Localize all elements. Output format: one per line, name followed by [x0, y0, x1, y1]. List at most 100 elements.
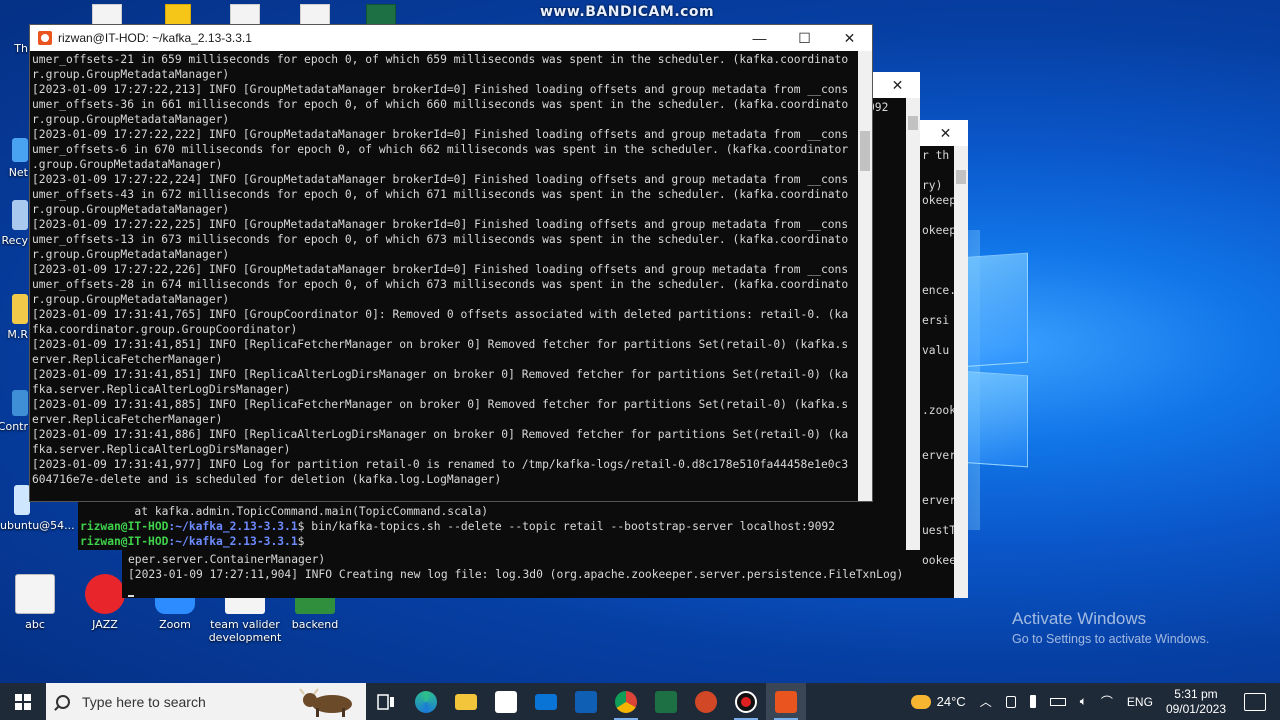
minimize-button[interactable]: — — [737, 25, 782, 51]
meet-now-icon — [1005, 695, 1016, 708]
desktop-icon-label: M.R — [7, 328, 28, 341]
clock[interactable]: 5:31 pm 09/01/2023 — [1166, 687, 1226, 717]
terminal-line: fka.server.ReplicaAlterLogDirsManager) — [32, 383, 291, 396]
terminal-line: [2023-01-09 17:31:41,977] INFO Log for p… — [32, 458, 849, 471]
terminal-titlebar[interactable]: rizwan@IT-HOD: ~/kafka_2.13-3.3.1 — ☐ ✕ — [30, 25, 872, 51]
search-icon — [56, 694, 70, 709]
weather-widget[interactable]: 24°C — [910, 694, 966, 709]
usb-button[interactable] — [1029, 695, 1036, 708]
clock-date: 09/01/2023 — [1165, 701, 1226, 716]
terminal-line: [2023-01-09 17:31:41,851] INFO [ReplicaA… — [32, 368, 849, 381]
taskbar-app-store[interactable] — [486, 683, 526, 720]
desktop-icon-label: ubuntu@54... — [0, 519, 75, 532]
taskbar-app-edge[interactable] — [406, 683, 446, 720]
battery-icon — [1049, 697, 1066, 706]
taskbar-app-chrome[interactable] — [606, 683, 646, 720]
task-view-button[interactable] — [366, 683, 406, 720]
desktop-folder-icon[interactable] — [165, 4, 191, 26]
desktop-file-icon[interactable] — [300, 4, 330, 26]
terminal-line: [2023-01-09 17:27:22,225] INFO [GroupMet… — [32, 218, 849, 231]
spreadsheet-file-icon — [15, 574, 55, 614]
taskbar-app-mail[interactable] — [526, 683, 566, 720]
scrollbar-thumb[interactable] — [956, 170, 966, 184]
terminal-scrollbar[interactable] — [906, 98, 920, 550]
maximize-button[interactable]: ☐ — [782, 25, 827, 51]
bull-search-highlight-icon — [299, 688, 352, 717]
volume-button[interactable]: 🔈︎ — [1080, 694, 1087, 709]
terminal-line: erver.ReplicaFetcherManager) — [32, 353, 223, 366]
notification-center-button[interactable] — [1244, 692, 1266, 711]
clock-time: 5:31 pm — [1174, 686, 1218, 701]
task-view-icon — [377, 693, 394, 710]
taskbar-app-excel[interactable] — [646, 683, 686, 720]
excel-icon — [655, 690, 677, 713]
terminal-line: 604716e7e-delete and is scheduled for de… — [32, 473, 502, 486]
folder-icon — [455, 693, 477, 710]
command-line[interactable]: rizwan@IT-HOD:~/kafka_2.13-3.3.1$ bin/ka… — [80, 519, 835, 534]
taskbar-app-bandicam[interactable] — [726, 683, 766, 720]
terminal-line: r.group.GroupMetadataManager) — [32, 68, 230, 81]
terminal-line: r.group.GroupMetadataManager) — [32, 248, 230, 261]
desktop-icon-label: backend — [291, 618, 339, 631]
record-icon — [735, 690, 757, 713]
terminal-line: r.group.GroupMetadataManager) — [32, 293, 230, 306]
terminal-output: eper.server.ContainerManager) [2023-01-0… — [128, 552, 903, 597]
start-button[interactable] — [0, 683, 46, 720]
folder-icon — [12, 294, 28, 324]
battery-button[interactable] — [1049, 697, 1066, 706]
terminal-output: at kafka.admin.TopicCommand.main(TopicCo… — [80, 505, 835, 549]
taskbar-app-file-explorer[interactable] — [446, 683, 486, 720]
taskbar-search-box[interactable]: Type here to search — [46, 683, 366, 720]
terminal-line: umer_offsets-6 in 670 milliseconds for e… — [32, 143, 849, 156]
terminal-line: [2023-01-09 17:31:41,765] INFO [GroupCoo… — [32, 308, 849, 321]
desktop-file-icon[interactable] — [230, 4, 260, 26]
terminal-window-main[interactable]: rizwan@IT-HOD: ~/kafka_2.13-3.3.1 — ☐ ✕ … — [30, 25, 872, 501]
taskbar-app-ubuntu[interactable] — [766, 683, 806, 720]
desktop-file-icon[interactable] — [92, 4, 122, 26]
wifi-icon: ⌒ — [1100, 695, 1113, 709]
terminal-output-fragments: 092 — [868, 101, 889, 114]
taskbar-app-powerpoint[interactable] — [686, 683, 726, 720]
weather-temp: 24°C — [936, 694, 966, 709]
terminal-line: fka.server.ReplicaAlterLogDirsManager) — [32, 443, 291, 456]
taskbar-app-outlook[interactable] — [566, 683, 606, 720]
tray-app-button[interactable] — [1005, 695, 1016, 708]
terminal-line: umer_offsets-43 in 672 milliseconds for … — [32, 188, 849, 201]
close-button[interactable]: ✕ — [875, 72, 920, 98]
scrollbar-thumb[interactable] — [908, 116, 918, 130]
system-tray: 24°C ︿ 🔈︎ ⌒ ENG 5:31 pm 09/01/2023 — [904, 683, 1280, 720]
usb-icon — [1029, 695, 1036, 708]
desktop-icon-label: JAZZ — [92, 618, 118, 631]
desktop-icon-label: Net — [8, 166, 28, 179]
show-hidden-icons-button[interactable]: ︿ — [980, 693, 992, 710]
jazz-app-icon — [85, 574, 125, 614]
terminal-scrollbar[interactable] — [858, 51, 872, 501]
close-button[interactable]: ✕ — [923, 120, 968, 146]
terminal-line: [2023-01-09 17:27:22,226] INFO [GroupMet… — [32, 263, 849, 276]
control-panel-icon — [12, 390, 28, 416]
desktop-icon-label: Recy — [1, 234, 28, 247]
close-button[interactable]: ✕ — [827, 25, 872, 51]
recycle-bin-icon — [12, 200, 28, 230]
terminal-scrollbar[interactable] — [954, 146, 968, 598]
terminal-line: r.group.GroupMetadataManager) — [32, 203, 230, 216]
desktop-icon-label: Zoom — [159, 618, 191, 631]
desktop-icon-label: Contr — [0, 420, 28, 433]
terminal-line: umer_offsets-28 in 674 milliseconds for … — [32, 278, 849, 291]
bandicam-watermark: www.BANDICAM.com — [540, 4, 715, 20]
network-button[interactable]: ⌒ — [1101, 693, 1113, 710]
scrollbar-thumb[interactable] — [860, 131, 870, 171]
powerpoint-icon — [695, 690, 717, 713]
chrome-icon — [615, 690, 637, 713]
terminal-line: [2023-01-09 17:27:22,224] INFO [GroupMet… — [32, 173, 849, 186]
terminal-line: [2023-01-09 17:31:41,885] INFO [ReplicaF… — [32, 398, 849, 411]
terminal-line: [2023-01-09 17:31:41,851] INFO [ReplicaF… — [32, 338, 849, 351]
language-indicator[interactable]: ENG — [1127, 695, 1153, 709]
desktop-icon-abc[interactable]: abc — [0, 574, 73, 631]
excel-file-icon[interactable] — [366, 4, 396, 26]
activate-subtitle: Go to Settings to activate Windows. — [1012, 632, 1210, 646]
terminal-output-fragments: r th ry) okeep okeep ence. ersi valu .zo… — [922, 149, 963, 567]
terminal-output: umer_offsets-21 in 659 milliseconds for … — [32, 52, 856, 487]
command-prompt[interactable]: rizwan@IT-HOD:~/kafka_2.13-3.3.1$ — [80, 534, 835, 549]
desktop-icon-label: team valider development — [208, 618, 282, 644]
